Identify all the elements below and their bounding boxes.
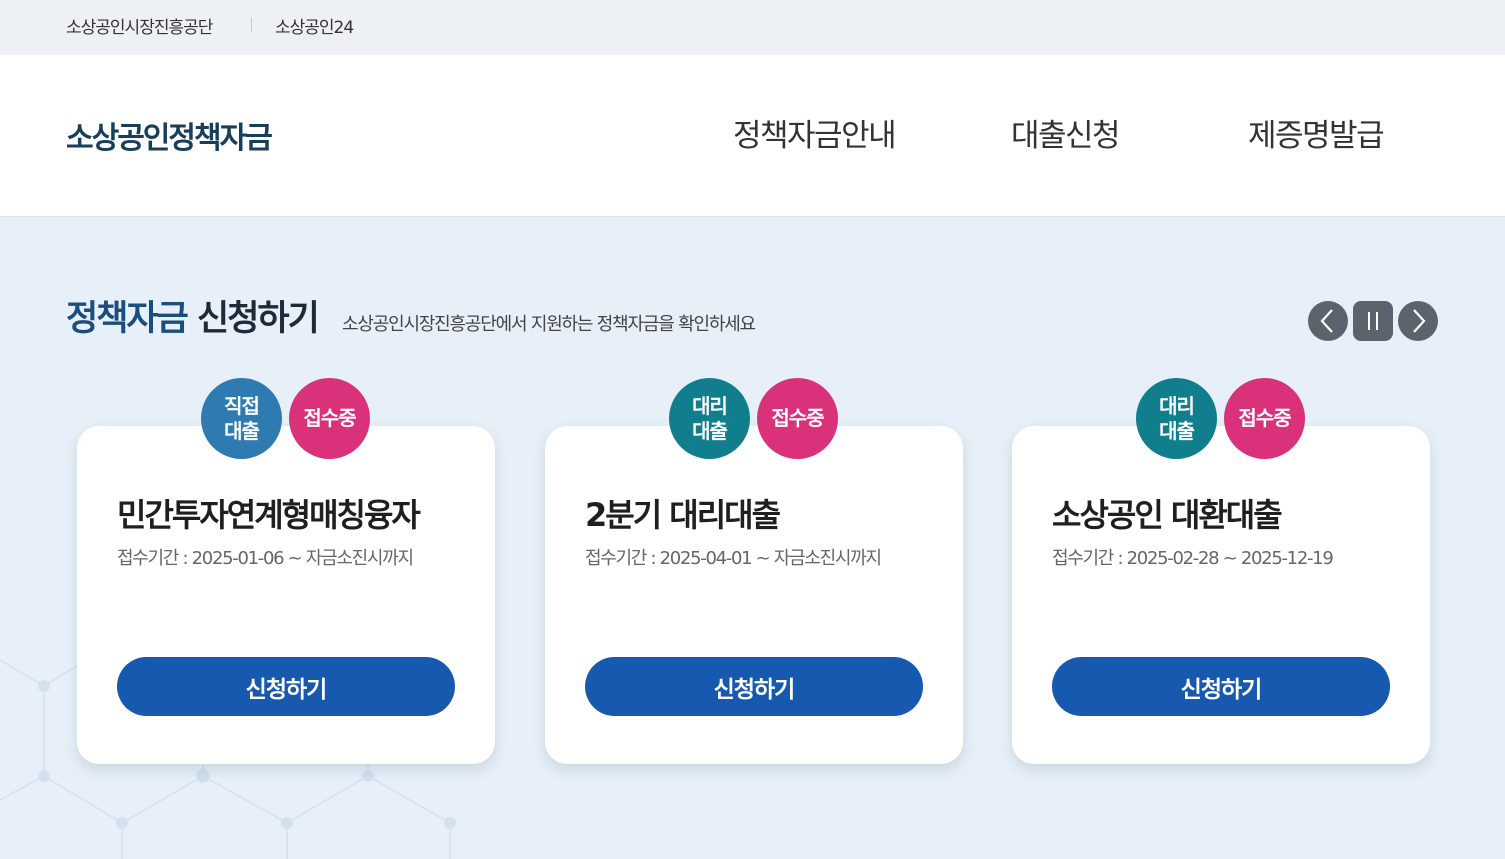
status-badge: 접수중 (757, 378, 838, 459)
fund-card: 대리 대출 접수중 소상공인 대환대출 접수기간 : 2025-02-28 ~ … (1012, 378, 1430, 764)
chevron-right-icon (1413, 309, 1426, 333)
loan-type-badge: 대리 대출 (1136, 378, 1217, 459)
status-badge: 접수중 (289, 378, 370, 459)
loan-type-badge: 대리 대출 (669, 378, 750, 459)
apply-button[interactable]: 신청하기 (1052, 657, 1390, 716)
site-logo[interactable]: 소상공인정책자금 (66, 113, 273, 157)
loan-type-badge: 직접 대출 (201, 378, 282, 459)
utility-bar: 소상공인시장진흥공단 소상공인24 (0, 0, 1505, 55)
fund-card-title[interactable]: 2분기 대리대출 (585, 490, 781, 536)
slider-next-button[interactable] (1398, 301, 1438, 341)
fund-card-period: 접수기간 : 2025-04-01 ~ 자금소진시까지 (585, 548, 882, 569)
nav-item-fund-guide[interactable]: 정책자금안내 (733, 110, 897, 155)
slider-pause-button[interactable] (1353, 301, 1393, 341)
section-title-highlight: 정책자금 (66, 299, 189, 339)
apply-button[interactable]: 신청하기 (585, 657, 923, 716)
nav-item-certificate[interactable]: 제증명발급 (1248, 110, 1385, 155)
utility-divider (251, 18, 252, 32)
site-header: 소상공인정책자금 정책자금안내 대출신청 제증명발급 (0, 55, 1505, 217)
fund-card: 대리 대출 접수중 2분기 대리대출 접수기간 : 2025-04-01 ~ 자… (545, 378, 963, 764)
status-badge: 접수중 (1224, 378, 1305, 459)
fund-card-title[interactable]: 민간투자연계형매칭융자 (117, 490, 421, 536)
fund-card-period: 접수기간 : 2025-02-28 ~ 2025-12-19 (1052, 548, 1334, 569)
apply-button[interactable]: 신청하기 (117, 657, 455, 716)
nav-item-loan-apply[interactable]: 대출신청 (1011, 110, 1121, 155)
link-sbiz24[interactable]: 소상공인24 (275, 0, 354, 50)
fund-card: 직접 대출 접수중 민간투자연계형매칭융자 접수기간 : 2025-01-06 … (77, 378, 495, 764)
section-description: 소상공인시장진흥공단에서 지원하는 정책자금을 확인하세요 (342, 314, 756, 335)
chevron-left-icon (1320, 309, 1333, 333)
fund-card-title[interactable]: 소상공인 대환대출 (1052, 490, 1283, 536)
fund-card-period: 접수기간 : 2025-01-06 ~ 자금소진시까지 (117, 548, 414, 569)
link-semas[interactable]: 소상공인시장진흥공단 (66, 0, 213, 50)
slider-prev-button[interactable] (1308, 301, 1348, 341)
section-title-rest: 신청하기 (197, 299, 320, 339)
pause-icon (1368, 312, 1378, 330)
section-title: 정책자금 신청하기 (66, 290, 320, 341)
